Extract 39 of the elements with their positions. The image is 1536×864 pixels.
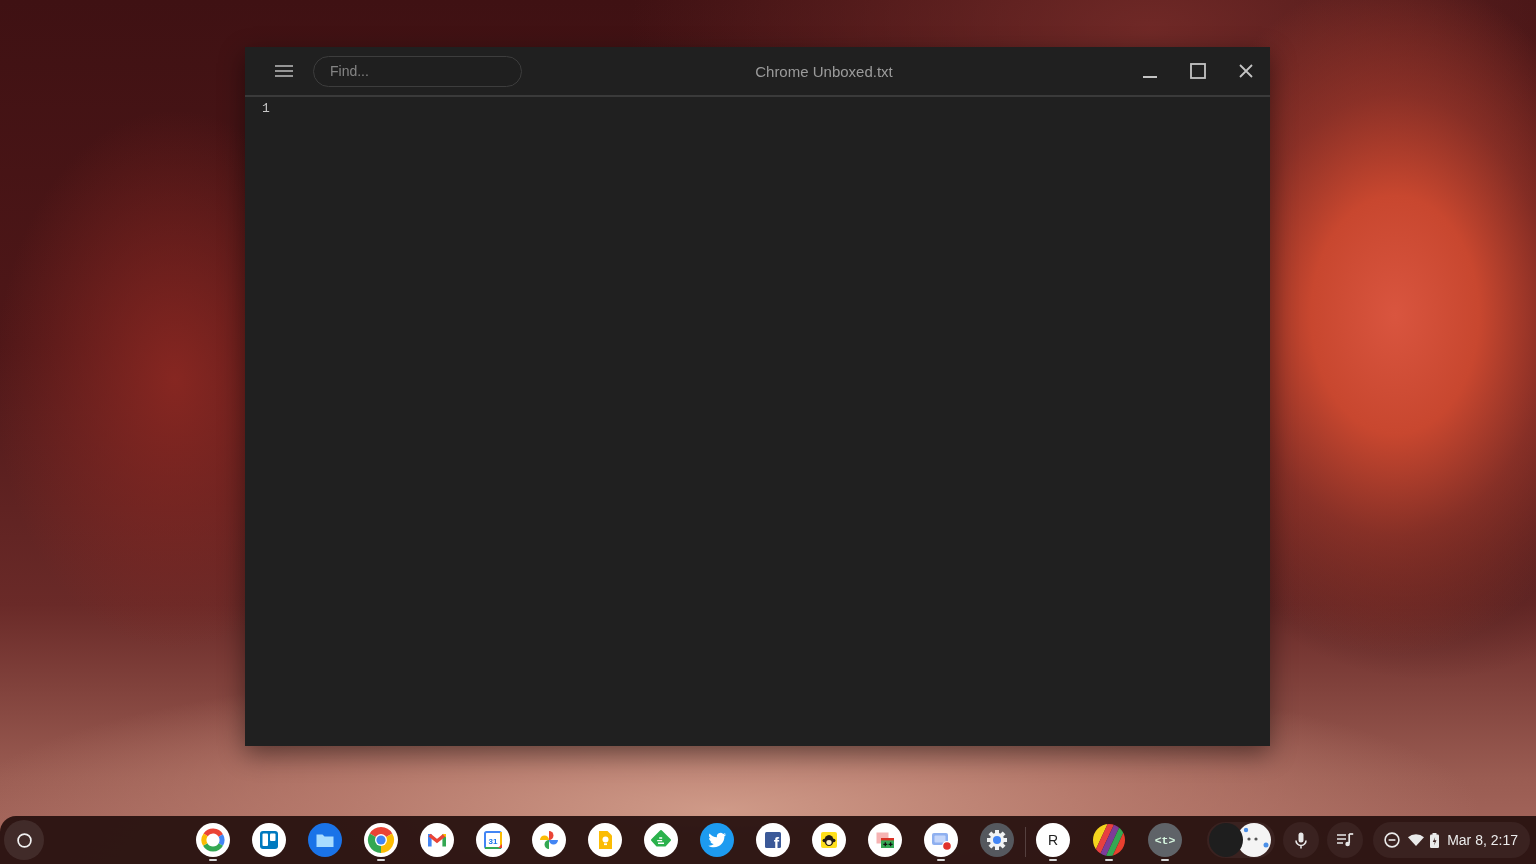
document-bulb-icon	[588, 823, 622, 857]
status-tray-button[interactable]: Mar 8, 2:17	[1373, 822, 1530, 858]
microphone-icon	[1295, 831, 1308, 849]
line-number: 1	[262, 101, 270, 117]
holding-tray-button[interactable]	[1207, 822, 1276, 858]
image-thumbnails-icon	[1209, 823, 1274, 857]
window-plus-icon	[868, 823, 902, 857]
close-icon	[1239, 64, 1253, 78]
minimize-icon	[1143, 76, 1157, 78]
window-title: Chrome Unboxed.txt	[755, 62, 893, 80]
mail-m-icon	[420, 823, 454, 857]
folder-icon	[308, 823, 342, 857]
playlist-icon	[1336, 833, 1354, 847]
running-indicator-icon	[377, 859, 385, 861]
microphone-button[interactable]	[1283, 822, 1320, 858]
running-indicator-icon	[1049, 859, 1057, 861]
find-field[interactable]: Find...	[313, 55, 522, 87]
wifi-icon	[1408, 834, 1425, 846]
launcher-button[interactable]	[4, 820, 44, 860]
running-indicator-icon	[1161, 859, 1169, 861]
ring-icon	[16, 832, 32, 848]
leaf-logo-icon	[644, 823, 678, 857]
pinwheel-icon	[532, 823, 566, 857]
settings-icon	[980, 823, 1014, 857]
board-logo-icon	[252, 823, 286, 857]
color-wheel-icon	[364, 823, 398, 857]
do-not-disturb-icon	[1384, 832, 1401, 848]
maximize-icon	[1190, 63, 1206, 79]
menu-icon	[275, 65, 293, 77]
striped-ball-icon	[1092, 823, 1126, 857]
monkey-face-icon	[812, 823, 846, 857]
ring-logo-icon	[196, 823, 230, 857]
running-indicator-icon	[1105, 859, 1113, 861]
screen-record-icon	[924, 823, 958, 857]
bird-icon	[700, 823, 734, 857]
battery-icon	[1430, 832, 1440, 848]
queue-button[interactable]	[1327, 822, 1364, 858]
running-indicator-icon	[937, 859, 945, 861]
running-indicator-icon	[209, 859, 217, 861]
